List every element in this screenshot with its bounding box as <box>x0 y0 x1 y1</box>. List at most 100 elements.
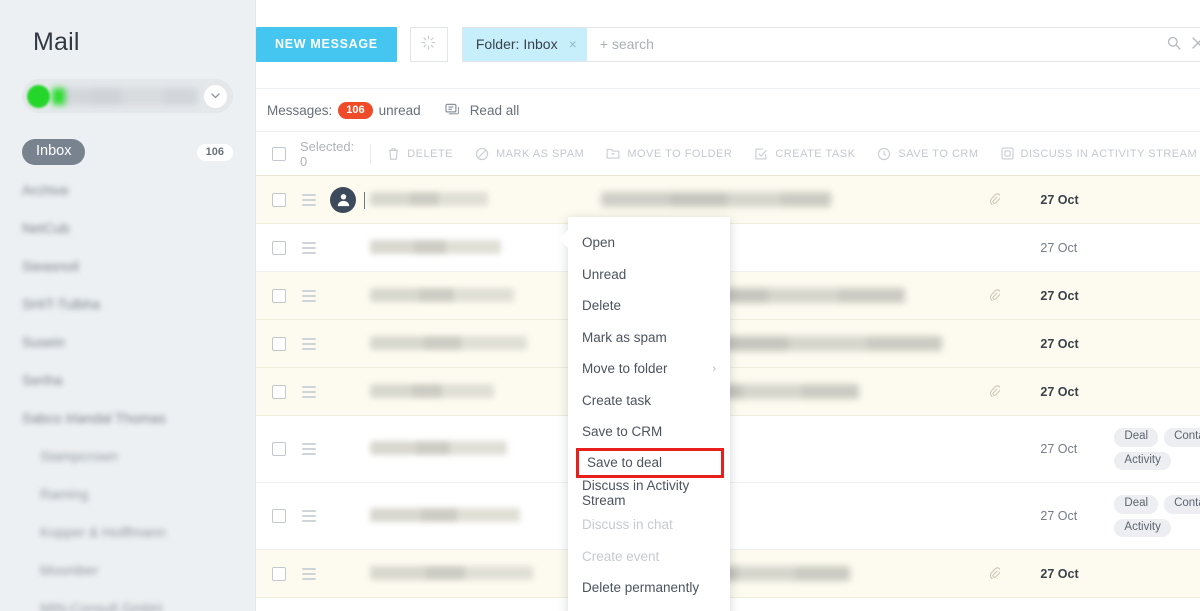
search-input[interactable] <box>586 27 1157 61</box>
action-mark-as-spam[interactable]: MARK AS SPAM <box>475 147 584 161</box>
row-checkbox[interactable] <box>272 192 286 207</box>
selected-count-label: Selected: 0 <box>300 138 355 169</box>
sidebar-item-folder[interactable]: Susein <box>0 323 255 361</box>
context-menu-item-move-to-folder[interactable]: Move to folder › <box>568 353 730 385</box>
drag-handle-icon[interactable] <box>302 337 316 350</box>
read-all-button[interactable]: Read all <box>445 103 519 118</box>
context-menu-item-label: Discuss in Activity Stream <box>582 478 690 509</box>
sidebar-item-folder[interactable]: Seriha <box>0 361 255 399</box>
message-subject <box>601 191 986 208</box>
sidebar-item-folder[interactable]: Raming <box>0 475 255 513</box>
context-menu-item-discuss-in-chat: Discuss in chat <box>568 509 730 541</box>
sidebar-item-folder[interactable]: MIN-Consult GmbH <box>0 589 255 611</box>
sender-name <box>364 508 539 524</box>
action-label: DELETE <box>407 147 453 160</box>
drag-handle-icon[interactable] <box>302 193 316 206</box>
tag-badge[interactable]: Deal <box>1114 495 1159 514</box>
sidebar-item-folder[interactable]: Mooniber <box>0 551 255 589</box>
sender-redacted <box>370 191 488 206</box>
tag-badge[interactable]: Contact <box>1164 495 1200 514</box>
search-bar[interactable]: Folder: Inbox × <box>461 26 1200 62</box>
attachment-paperclip-icon <box>986 384 1002 400</box>
sidebar-item-folder[interactable]: Stampcrown <box>0 437 255 475</box>
unread-count-badge: 106 <box>338 101 373 119</box>
refresh-spinner-button[interactable] <box>409 26 448 62</box>
action-move-to-folder[interactable]: MOVE TO FOLDER <box>606 147 732 160</box>
folder-list: Inbox 106 Archive NetCub Sieasnoil SHIT-Tul… <box>0 133 255 611</box>
sidebar-item-label: Susein <box>22 334 65 350</box>
row-checkbox[interactable] <box>272 288 286 303</box>
context-menu-item-discuss-in-activity-stream[interactable]: Discuss in Activity Stream <box>568 478 730 510</box>
account-name-redacted <box>52 87 198 105</box>
context-menu-item-save-to-deal[interactable]: Save to deal <box>576 447 724 478</box>
action-create-task[interactable]: CREATE TASK <box>754 147 855 161</box>
unread-label: unread <box>378 102 421 118</box>
context-menu-item-label: Create task <box>582 392 652 408</box>
clock-icon <box>877 147 891 161</box>
sidebar-item-folder[interactable]: Sieasnoil <box>0 247 255 285</box>
avatar <box>330 186 356 213</box>
tag-badge[interactable]: Deal <box>1114 428 1159 447</box>
sidebar-item-folder[interactable]: SHIT-Tulbha <box>0 285 255 323</box>
row-checkbox[interactable] <box>272 509 286 523</box>
row-checkbox[interactable] <box>272 442 286 456</box>
sidebar-item-folder[interactable]: NetCub <box>0 209 255 247</box>
action-label: CREATE TASK <box>775 147 856 160</box>
sidebar-item-label: SHIT-Tulbha <box>22 296 101 312</box>
close-icon[interactable]: × <box>569 36 577 52</box>
account-selector[interactable] <box>22 79 233 113</box>
search-icon[interactable] <box>1167 36 1182 53</box>
context-menu-item-delete-permanently[interactable]: Delete permanently <box>568 572 730 604</box>
search-filter-chip[interactable]: Folder: Inbox × <box>462 27 587 61</box>
context-menu-item-save-to-crm[interactable]: Save to CRM <box>568 416 730 448</box>
context-menu-item-mark-as-spam[interactable]: Mark as spam <box>568 322 730 354</box>
message-tags: Deal Contact Activity <box>1114 428 1200 470</box>
sidebar-item-label: Archive <box>22 182 69 198</box>
sidebar-item-folder[interactable]: Kopper & Hoiffmann <box>0 513 255 551</box>
sender-redacted <box>370 508 520 522</box>
sidebar-item-folder[interactable]: Archive <box>0 171 255 209</box>
drag-handle-icon[interactable] <box>302 289 316 302</box>
action-delete[interactable]: DELETE <box>387 147 453 161</box>
context-menu-item-unread[interactable]: Unread <box>568 259 730 291</box>
tag-badge[interactable]: Contact <box>1164 428 1200 447</box>
row-checkbox[interactable] <box>272 384 286 399</box>
context-menu-item-label: Unread <box>582 266 627 282</box>
message-tags: Deal Contact Activity <box>1114 495 1200 537</box>
chevron-right-icon: › <box>712 362 716 375</box>
tag-badge[interactable]: Activity <box>1114 518 1171 537</box>
context-menu-item-delete[interactable]: Delete <box>568 290 730 322</box>
sidebar-item-label: NetCub <box>22 220 70 236</box>
sidebar: Mail Inbox 106 Archive NetCub Sieasnoil SHI… <box>0 0 255 611</box>
drag-handle-icon[interactable] <box>302 443 316 455</box>
clear-icon[interactable] <box>1192 36 1200 52</box>
message-date: 27 Oct <box>1040 566 1079 581</box>
chevron-down-icon[interactable] <box>204 84 227 108</box>
drag-handle-icon[interactable] <box>302 385 316 398</box>
tag-badge[interactable]: Activity <box>1114 451 1171 470</box>
row-checkbox[interactable] <box>272 566 286 581</box>
message-date: 27 Oct <box>1040 240 1078 255</box>
action-save-to-crm[interactable]: SAVE TO CRM <box>877 147 978 161</box>
sender-name <box>364 565 539 582</box>
sidebar-item-inbox[interactable]: Inbox 106 <box>0 133 255 171</box>
context-menu-item-label: Discuss in chat <box>582 517 673 533</box>
context-menu-item-open[interactable]: Open <box>568 227 730 259</box>
sidebar-item-label: MIN-Consult GmbH <box>40 600 163 611</box>
context-menu-item-create-task[interactable]: Create task <box>568 385 730 417</box>
row-checkbox[interactable] <box>272 240 286 255</box>
message-date: 27 Oct <box>1040 509 1078 523</box>
context-menu: Open Unread Delete Mark as spam Move to fold… <box>559 217 730 611</box>
select-all-checkbox[interactable] <box>272 146 286 161</box>
drag-handle-icon[interactable] <box>302 241 316 254</box>
drag-handle-icon[interactable] <box>302 510 316 522</box>
context-menu-item-label: Delete permanently <box>582 580 700 596</box>
sender-name <box>364 191 539 209</box>
row-checkbox[interactable] <box>272 336 286 351</box>
mail-app: Mail Inbox 106 Archive NetCub Sieasnoil SHI… <box>0 0 1200 611</box>
new-message-button[interactable]: NEW MESSAGE <box>256 26 397 62</box>
action-discuss-in-activity-stream[interactable]: DISCUSS IN ACTIVITY STREAM <box>1000 147 1198 160</box>
sidebar-item-folder[interactable]: Sabco Irlandal Thomas <box>0 399 255 437</box>
message-date: 27 Oct <box>1040 336 1079 351</box>
drag-handle-icon[interactable] <box>302 567 316 580</box>
